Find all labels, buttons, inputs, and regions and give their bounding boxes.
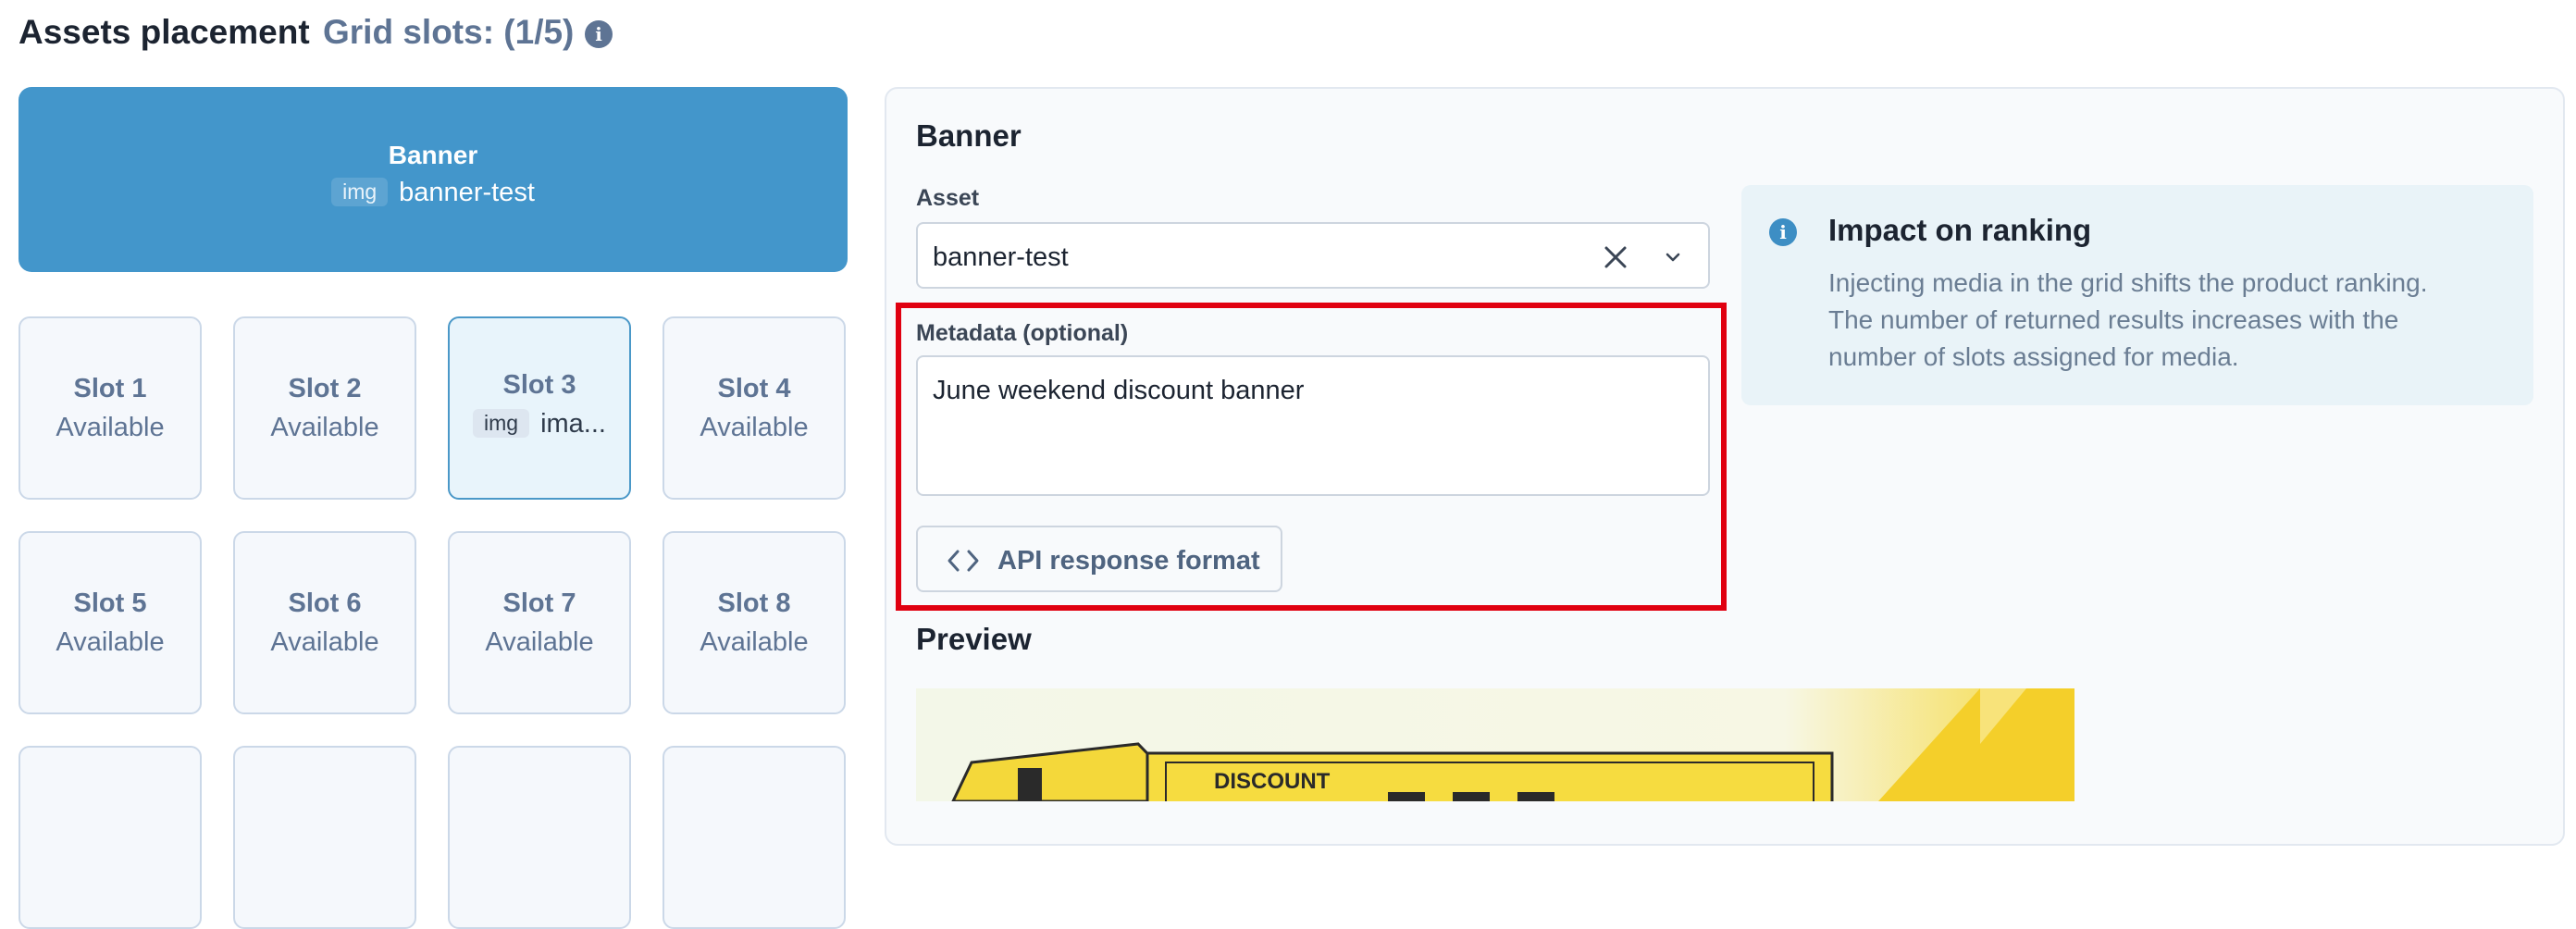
info-icon: i xyxy=(1769,218,1797,246)
impact-info-box: i Impact on ranking Injecting media in t… xyxy=(1741,185,2533,405)
slot-name: Slot 2 xyxy=(288,374,362,403)
chevron-down-icon[interactable] xyxy=(1658,242,1688,272)
preview-discount-text: DISCOUNT xyxy=(1214,769,1331,794)
slot-name: Slot 4 xyxy=(717,374,791,403)
metadata-value: June weekend discount banner xyxy=(933,376,1305,405)
slot-10[interactable] xyxy=(233,746,416,929)
grid-slots-count: Grid slots: (1/5) xyxy=(323,13,575,51)
page-title: Assets placement xyxy=(19,13,310,51)
banner-asset-name: banner-test xyxy=(399,178,535,207)
slot-8[interactable]: Slot 8 Available xyxy=(663,531,846,714)
slot-name: Slot 6 xyxy=(288,588,362,618)
banner-tile-label: Banner xyxy=(388,141,478,169)
asset-label: Asset xyxy=(916,185,980,211)
slot-name: Slot 8 xyxy=(717,588,791,618)
slot-name: Slot 1 xyxy=(73,374,147,403)
code-icon xyxy=(947,550,979,572)
slot-status: Available xyxy=(56,627,165,657)
slot-4[interactable]: Slot 4 Available xyxy=(663,316,846,500)
slot-asset-name: ima... xyxy=(540,409,606,439)
metadata-textarea[interactable]: June weekend discount banner xyxy=(916,355,1710,496)
clear-icon[interactable] xyxy=(1599,241,1632,274)
slot-1[interactable]: Slot 1 Available xyxy=(19,316,202,500)
image-type-tag: img xyxy=(331,178,389,206)
slot-asset: img ima... xyxy=(450,409,629,440)
slot-name: Slot 3 xyxy=(502,370,576,400)
slot-6[interactable]: Slot 6 Available xyxy=(233,531,416,714)
info-box-body: Injecting media in the grid shifts the p… xyxy=(1828,268,2428,371)
asset-select[interactable]: banner-test xyxy=(916,222,1710,289)
banner-tile[interactable]: Banner img banner-test xyxy=(19,87,848,272)
preview-title: Preview xyxy=(916,622,1032,656)
slot-3[interactable]: Slot 3 img ima... xyxy=(448,316,631,500)
preview-image: DISCOUNT xyxy=(916,688,2074,801)
api-response-format-button[interactable]: API response format xyxy=(916,526,1282,592)
slot-status: Available xyxy=(56,413,165,442)
slot-11[interactable] xyxy=(448,746,631,929)
slot-9[interactable] xyxy=(19,746,202,929)
info-box-title: Impact on ranking xyxy=(1828,213,2092,247)
slot-2[interactable]: Slot 2 Available xyxy=(233,316,416,500)
banner-tile-asset: img banner-test xyxy=(19,178,848,208)
metadata-label: Metadata (optional) xyxy=(916,320,1129,346)
image-type-tag: img xyxy=(473,409,530,438)
slot-status: Available xyxy=(270,627,379,657)
slot-status: Available xyxy=(700,413,809,442)
slot-5[interactable]: Slot 5 Available xyxy=(19,531,202,714)
slot-name: Slot 7 xyxy=(502,588,576,618)
slot-7[interactable]: Slot 7 Available xyxy=(448,531,631,714)
api-button-label: API response format xyxy=(997,546,1260,576)
asset-select-value: banner-test xyxy=(933,242,1069,272)
slot-12[interactable] xyxy=(663,746,846,929)
slot-name: Slot 5 xyxy=(73,588,147,618)
slot-status: Available xyxy=(700,627,809,657)
info-icon[interactable]: i xyxy=(585,20,613,48)
slot-status: Available xyxy=(485,627,594,657)
panel-title: Banner xyxy=(916,118,1022,153)
slot-status: Available xyxy=(270,413,379,442)
